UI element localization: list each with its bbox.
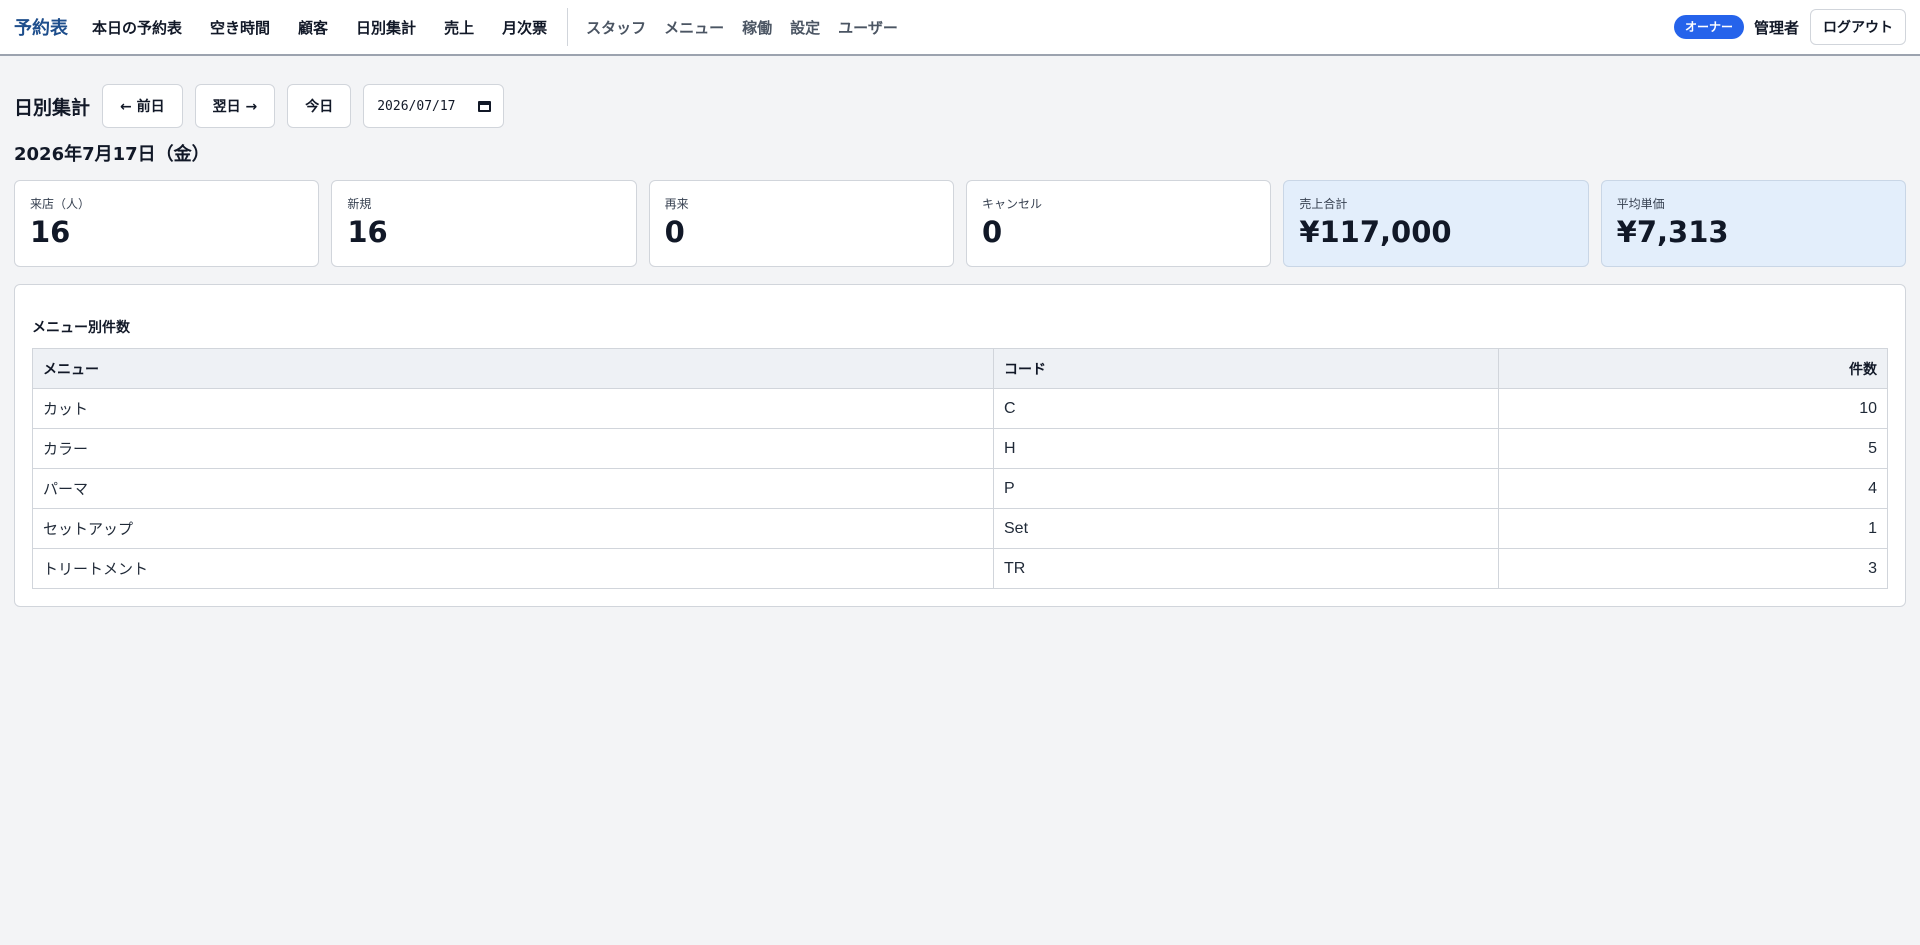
nav-item-free-time[interactable]: 空き時間	[196, 17, 284, 38]
cell-count: 1	[1498, 508, 1888, 549]
stat-value: ¥117,000	[1299, 215, 1452, 249]
stat-label: 来店（人）	[30, 197, 91, 211]
table-row: カラー H 5	[32, 428, 1888, 469]
user-area: オーナー 管理者 ログアウト	[1673, 9, 1906, 45]
stat-value: 0	[982, 215, 1003, 249]
stat-card-cancel: キャンセル 0	[966, 180, 1272, 267]
stat-card-average-price: 平均単価 ¥7,313	[1600, 180, 1906, 267]
table-row: カット C 10	[32, 388, 1888, 429]
stat-label: 平均単価	[1616, 197, 1665, 211]
cell-menu: セットアップ	[32, 508, 994, 549]
stat-card-returning: 再来 0	[648, 180, 954, 267]
cell-count: 10	[1498, 388, 1888, 429]
prev-day-button[interactable]: ← 前日	[102, 84, 183, 128]
brand-link[interactable]: 予約表	[14, 14, 68, 40]
cell-menu: カラー	[32, 428, 994, 469]
nav-item-settings[interactable]: 設定	[781, 17, 829, 38]
role-badge: オーナー	[1673, 15, 1744, 39]
header-menu: メニュー	[32, 348, 994, 389]
cell-code: C	[993, 388, 1499, 429]
main-nav: 本日の予約表 空き時間 顧客 日別集計 売上 月次票	[78, 17, 561, 38]
stat-card-sales-total: 売上合計 ¥117,000	[1283, 180, 1589, 267]
stat-card-new: 新規 16	[331, 180, 637, 267]
logout-button[interactable]: ログアウト	[1810, 9, 1906, 45]
nav-item-sales[interactable]: 売上	[430, 17, 488, 38]
nav-item-monthly-report[interactable]: 月次票	[488, 17, 561, 38]
top-navbar: 予約表 本日の予約表 空き時間 顧客 日別集計 売上 月次票 スタッフ メニュー…	[0, 0, 1920, 56]
cell-menu: トリートメント	[32, 548, 994, 589]
date-picker-input[interactable]: 2026/07/17	[363, 84, 505, 128]
date-toolbar: 日別集計 ← 前日 翌日 → 今日 2026/07/17	[0, 70, 1920, 128]
today-button[interactable]: 今日	[287, 84, 352, 128]
cell-code: H	[993, 428, 1499, 469]
user-name: 管理者	[1753, 18, 1799, 37]
next-day-button[interactable]: 翌日 →	[194, 84, 276, 128]
cell-menu: カット	[32, 388, 994, 429]
table-row: パーマ P 4	[32, 468, 1888, 509]
header-count: 件数	[1498, 348, 1888, 389]
cell-menu: パーマ	[32, 468, 994, 509]
calendar-icon[interactable]	[478, 100, 492, 112]
stat-label: キャンセル	[982, 197, 1043, 211]
table-header-row: メニュー コード 件数	[32, 348, 1888, 389]
date-heading: 2026年7月17日（金）	[14, 144, 210, 165]
nav-item-staff[interactable]: スタッフ	[570, 17, 655, 38]
stat-value: 16	[347, 215, 388, 249]
stat-card-visitors: 来店（人） 16	[14, 180, 320, 267]
cell-count: 4	[1498, 468, 1888, 509]
cell-code: TR	[993, 548, 1499, 589]
cell-count: 3	[1498, 548, 1888, 589]
admin-nav: スタッフ メニュー 稼働 設定 ユーザー	[570, 17, 907, 38]
stats-cards: 来店（人） 16 新規 16 再来 0 キャンセル 0 売上合計 ¥117,00…	[0, 180, 1920, 267]
stat-value: 16	[30, 215, 71, 249]
table-row: セットアップ Set 1	[32, 508, 1888, 549]
page-title: 日別集計	[14, 96, 91, 119]
nav-item-menu[interactable]: メニュー	[655, 17, 733, 38]
cell-count: 5	[1498, 428, 1888, 469]
cell-code: P	[993, 468, 1499, 509]
nav-item-users[interactable]: ユーザー	[829, 17, 907, 38]
nav-item-operation[interactable]: 稼働	[733, 17, 781, 38]
stat-value: ¥7,313	[1616, 215, 1729, 249]
stat-label: 再来	[664, 197, 689, 211]
table-row: トリートメント TR 3	[32, 548, 1888, 589]
stat-value: 0	[664, 215, 685, 249]
nav-divider	[567, 8, 569, 46]
nav-item-customers[interactable]: 顧客	[284, 17, 342, 38]
date-picker-value: 2026/07/17	[377, 98, 456, 114]
menu-count-panel: メニュー別件数 メニュー コード 件数 カット C 10 カラー H 5 パーマ…	[14, 284, 1906, 607]
panel-title: メニュー別件数	[32, 320, 130, 336]
stat-label: 売上合計	[1299, 197, 1348, 211]
menu-count-table: メニュー コード 件数 カット C 10 カラー H 5 パーマ P 4 セット…	[32, 348, 1888, 589]
nav-item-today-schedule[interactable]: 本日の予約表	[78, 17, 196, 38]
stat-label: 新規	[347, 197, 372, 211]
nav-item-daily-summary[interactable]: 日別集計	[342, 17, 430, 38]
cell-code: Set	[993, 508, 1499, 549]
header-code: コード	[993, 348, 1499, 389]
